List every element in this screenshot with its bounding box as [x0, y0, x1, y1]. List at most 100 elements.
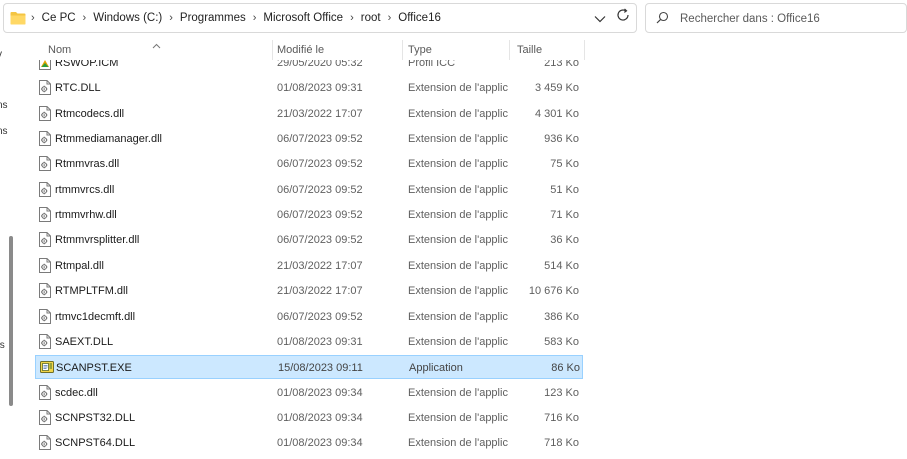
file-modified: 01/08/2023 09:34	[277, 437, 363, 450]
chevron-down-icon[interactable]	[590, 10, 610, 28]
dll-file-icon	[39, 435, 51, 451]
breadcrumb-separator-icon[interactable]: ›	[164, 12, 178, 24]
column-type-header[interactable]: Type	[402, 40, 509, 60]
file-modified: 06/07/2023 09:52	[277, 310, 363, 323]
file-type: Extension de l'applica...	[408, 82, 508, 95]
file-type: Extension de l'applica...	[408, 259, 508, 272]
file-row[interactable]: rtmvc1decmft.dll 06/07/2023 09:52 Extensio…	[35, 305, 583, 329]
breadcrumb-separator-icon[interactable]: ›	[345, 12, 359, 24]
file-row[interactable]: SCANPST.EXE 15/08/2023 09:11 Application 86…	[35, 355, 583, 380]
file-modified: 21/03/2022 17:07	[277, 259, 363, 272]
file-size: 718 Ko	[544, 437, 579, 450]
breadcrumb-item[interactable]: Programmes	[178, 12, 248, 24]
file-modified: 06/07/2023 09:52	[277, 133, 363, 146]
file-type: Extension de l'applica...	[408, 234, 508, 247]
file-name: Rtmmediamanager.dll	[55, 133, 162, 146]
file-row[interactable]: Rtmcodecs.dll 21/03/2022 17:07 Extension d…	[35, 102, 583, 126]
breadcrumb-item[interactable]: Microsoft Office	[261, 12, 345, 24]
breadcrumb-item[interactable]: root	[359, 12, 383, 24]
file-size: 75 Ko	[550, 158, 579, 171]
breadcrumb-separator-icon[interactable]: ›	[248, 12, 262, 24]
file-size: 386 Ko	[544, 310, 579, 323]
dll-file-icon	[39, 409, 51, 425]
file-name: Rtmcodecs.dll	[55, 107, 125, 120]
file-row[interactable]: SAEXT.DLL 01/08/2023 09:31 Extension de l'…	[35, 330, 583, 354]
file-modified: 01/08/2023 09:34	[277, 386, 363, 399]
column-header: Nom Modifié le Type Taille	[35, 40, 585, 60]
file-name: Rtmpal.dll	[55, 259, 104, 272]
file-name: rtmmvrcs.dll	[55, 183, 115, 196]
search-input[interactable]	[678, 8, 902, 30]
column-divider[interactable]	[584, 40, 585, 60]
file-type: Extension de l'applica...	[408, 411, 508, 424]
file-size: 51 Ko	[550, 183, 579, 196]
file-row[interactable]: Rtmpal.dll 21/03/2022 17:07 Extension de l…	[35, 254, 583, 278]
file-size: 514 Ko	[544, 259, 579, 272]
file-name: rtmvc1decmft.dll	[55, 310, 136, 323]
dll-file-icon	[39, 131, 51, 147]
file-row[interactable]: Rtmmediamanager.dll 06/07/2023 09:52 Exten…	[35, 127, 583, 151]
dll-file-icon	[39, 181, 51, 197]
file-row[interactable]: rtmmvrhw.dll 06/07/2023 09:52 Extension de…	[35, 203, 583, 227]
file-row[interactable]: RTC.DLL 01/08/2023 09:31 Extension de l'ap…	[35, 76, 583, 100]
breadcrumb-separator-icon[interactable]: ›	[383, 12, 397, 24]
column-size-header[interactable]: Taille	[511, 40, 583, 60]
file-name: SAEXT.DLL	[55, 335, 114, 348]
folder-icon	[10, 11, 26, 25]
file-type: Extension de l'applica...	[408, 310, 508, 323]
address-bar[interactable]: › Ce PC › Windows (C:) › Programmes › Microsoft…	[3, 3, 637, 33]
dll-file-icon	[39, 232, 51, 248]
file-row[interactable]: SCNPST64.DLL 01/08/2023 09:34 Extension de…	[35, 431, 583, 455]
file-row[interactable]: RTMPLTFM.dll 21/03/2022 17:07 Extension de…	[35, 279, 583, 303]
column-divider[interactable]	[509, 40, 510, 60]
file-row[interactable]: rtmmvrcs.dll 06/07/2023 09:52 Extension de…	[35, 178, 583, 202]
refresh-icon[interactable]	[614, 6, 632, 24]
file-size: 3 459 Ko	[534, 82, 579, 95]
column-modified-header[interactable]: Modifié le	[271, 40, 402, 60]
breadcrumb-item[interactable]: Office16	[396, 12, 443, 24]
nav-item-fragment[interactable]: v	[0, 49, 2, 60]
breadcrumb-separator-icon[interactable]: ›	[26, 12, 40, 24]
file-name: scdec.dll	[55, 386, 98, 399]
breadcrumb-item[interactable]: Windows (C:)	[91, 12, 164, 24]
file-size: 71 Ko	[550, 209, 579, 222]
navigation-scrollbar[interactable]	[9, 236, 13, 406]
file-size: 936 Ko	[544, 133, 579, 146]
file-name: RTMPLTFM.dll	[55, 285, 128, 298]
file-size: 583 Ko	[544, 335, 579, 348]
top-bar: › Ce PC › Windows (C:) › Programmes › Microsoft…	[0, 0, 907, 40]
search-box[interactable]	[645, 3, 907, 33]
file-type: Extension de l'applica...	[408, 133, 508, 146]
nav-item-fragment[interactable]: ns	[0, 126, 8, 137]
file-modified: 06/07/2023 09:52	[277, 158, 363, 171]
file-row[interactable]: SCNPST32.DLL 01/08/2023 09:34 Extension de…	[35, 406, 583, 430]
dll-file-icon	[39, 333, 51, 349]
file-type: Extension de l'applica...	[408, 437, 508, 450]
file-name: SCANPST.EXE	[56, 362, 132, 375]
file-modified: 01/08/2023 09:31	[277, 82, 363, 95]
dll-file-icon	[39, 105, 51, 121]
breadcrumb-separator-icon[interactable]: ›	[78, 12, 92, 24]
file-row[interactable]: Rtmmvras.dll 06/07/2023 09:52 Extension de…	[35, 152, 583, 176]
file-row[interactable]: scdec.dll 01/08/2023 09:34 Extension de l'…	[35, 381, 583, 405]
file-modified: 01/08/2023 09:34	[277, 411, 363, 424]
file-type: Extension de l'applica...	[408, 386, 508, 399]
search-icon	[656, 11, 669, 29]
file-name: Rtmmvrsplitter.dll	[55, 234, 140, 247]
file-modified: 01/08/2023 09:31	[277, 335, 363, 348]
file-name: RTC.DLL	[55, 82, 101, 95]
file-row[interactable]: Rtmmvrsplitter.dll 06/07/2023 09:52 Extens…	[35, 228, 583, 252]
breadcrumb-item[interactable]: Ce PC	[40, 12, 78, 24]
file-name: SCNPST32.DLL	[55, 411, 136, 424]
file-type: Application	[409, 362, 463, 375]
file-type: Extension de l'applica...	[408, 209, 508, 222]
dll-file-icon	[39, 308, 51, 324]
nav-item-fragment[interactable]: ns	[0, 100, 8, 111]
file-modified: 15/08/2023 09:11	[278, 362, 363, 375]
nav-item-fragment[interactable]: ts	[0, 340, 5, 351]
file-type: Extension de l'applica...	[408, 107, 508, 120]
file-size: 4 301 Ko	[534, 107, 579, 120]
file-type: Extension de l'applica...	[408, 335, 508, 348]
dll-file-icon	[39, 80, 51, 96]
file-modified: 21/03/2022 17:07	[277, 285, 363, 298]
